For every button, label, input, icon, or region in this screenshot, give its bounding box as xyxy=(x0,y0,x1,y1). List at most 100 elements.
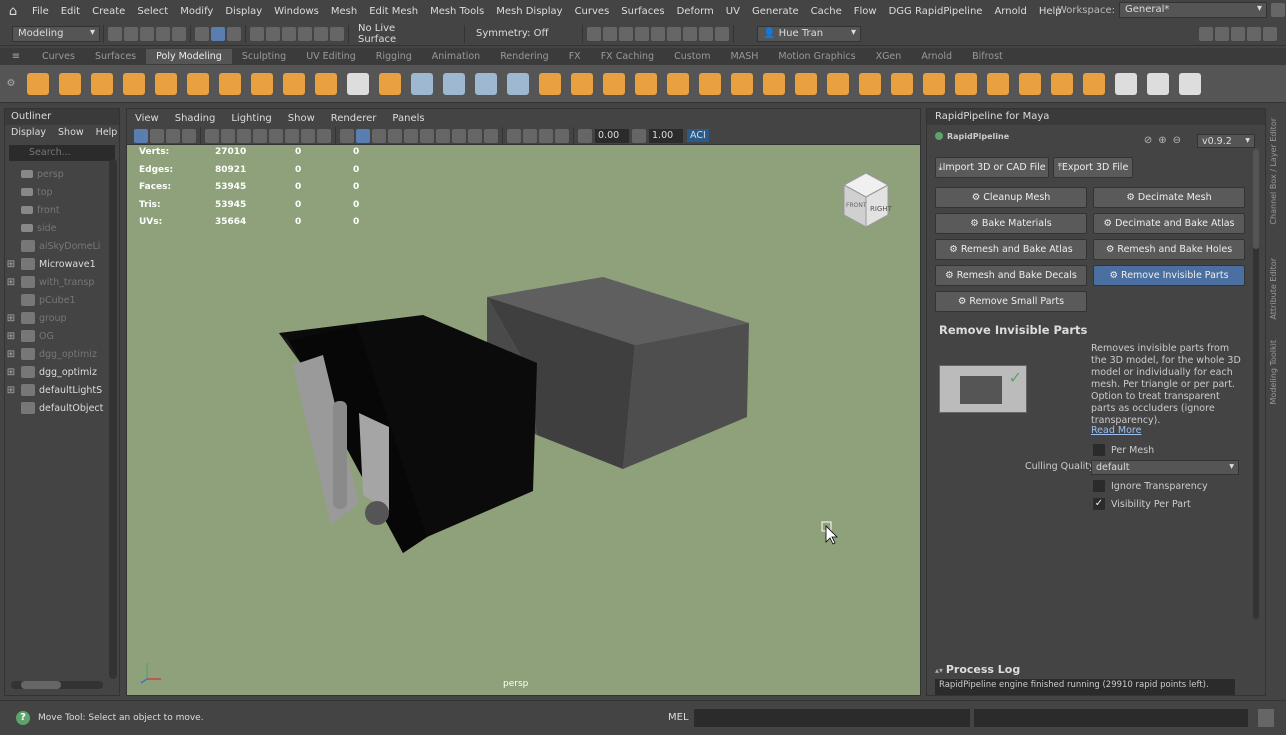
append-polygon-icon[interactable] xyxy=(891,72,913,95)
modeling-toolkit-icon[interactable] xyxy=(1199,26,1213,41)
snap-view-icon[interactable] xyxy=(298,26,312,41)
exposure-field[interactable]: 0.00 xyxy=(595,128,629,143)
sweep-mesh-icon[interactable] xyxy=(315,72,337,95)
smooth-icon[interactable] xyxy=(603,72,625,95)
outliner-item[interactable]: top xyxy=(5,183,119,201)
shelf-tab-rigging[interactable]: Rigging xyxy=(366,51,422,62)
expand-icon[interactable]: ⊞ xyxy=(5,313,17,324)
outliner-item[interactable]: defaultObject xyxy=(5,399,119,417)
ignore-transparency-box[interactable] xyxy=(1093,480,1105,492)
outliner-item[interactable]: side xyxy=(5,219,119,237)
poly-sphere-icon[interactable] xyxy=(27,72,49,95)
shelf-tab-surfaces[interactable]: Surfaces xyxy=(85,51,146,62)
expand-icon[interactable]: ⊞ xyxy=(5,331,17,342)
gamma-icon[interactable] xyxy=(632,128,646,143)
outliner-horizontal-scrollbar[interactable] xyxy=(11,681,103,689)
poly-cylinder-icon[interactable] xyxy=(91,72,113,95)
shelf-tab-bifrost[interactable]: Bifrost xyxy=(962,51,1013,62)
render-frame-icon[interactable] xyxy=(603,26,617,41)
undo-icon[interactable] xyxy=(156,26,170,41)
extrude-icon[interactable] xyxy=(795,72,817,95)
bake-materials-button[interactable]: ⚙ Bake Materials xyxy=(935,213,1087,234)
separate-icon[interactable] xyxy=(571,72,593,95)
shelf-tab-arnold[interactable]: Arnold xyxy=(911,51,962,62)
expand-icon[interactable]: ⊞ xyxy=(5,277,17,288)
panel-scrollbar[interactable] xyxy=(1253,149,1259,619)
outliner-item[interactable]: persp xyxy=(5,165,119,183)
wedge-icon[interactable] xyxy=(1083,72,1105,95)
viewport-panel[interactable]: View Shading Lighting Show Renderer Pane… xyxy=(126,108,921,696)
color-management-toggle[interactable]: ACI xyxy=(687,129,709,142)
redo-icon[interactable] xyxy=(172,26,186,41)
outliner-menu-display[interactable]: Display xyxy=(11,127,46,139)
menu-file[interactable]: File xyxy=(26,6,55,17)
shelf-tab-uv-editing[interactable]: UV Editing xyxy=(296,51,366,62)
gate-mask-icon[interactable] xyxy=(285,128,299,143)
expand-icon[interactable]: ⊞ xyxy=(5,259,17,270)
expand-icon[interactable]: ⊞ xyxy=(5,349,17,360)
collapse-icon[interactable]: ▴▾ xyxy=(935,666,946,675)
booleans-icon[interactable] xyxy=(635,72,657,95)
type-text-icon[interactable] xyxy=(347,72,369,95)
menu-deform[interactable]: Deform xyxy=(671,6,720,17)
anti-aliasing-icon[interactable] xyxy=(484,128,498,143)
outliner-item[interactable]: aiSkyDomeLi xyxy=(5,237,119,255)
outliner-item[interactable]: pCube1 xyxy=(5,291,119,309)
menu-flow[interactable]: Flow xyxy=(848,6,883,17)
shelf-tab-fx[interactable]: FX xyxy=(559,51,591,62)
insert-edge-loop-icon[interactable] xyxy=(955,72,977,95)
xray-joints-icon[interactable] xyxy=(539,128,553,143)
shelf-tab-fx-caching[interactable]: FX Caching xyxy=(591,51,664,62)
save-scene-icon[interactable] xyxy=(140,26,154,41)
scrollbar-thumb[interactable] xyxy=(1253,149,1259,249)
viewport-menu-panels[interactable]: Panels xyxy=(384,113,432,124)
export-3d-button[interactable]: ⤒Export 3D File xyxy=(1053,157,1133,178)
motion-blur-icon[interactable] xyxy=(468,128,482,143)
read-more-link[interactable]: Read More xyxy=(1091,425,1141,436)
menu-display[interactable]: Display xyxy=(219,6,268,17)
snap-surface-icon[interactable] xyxy=(314,26,328,41)
ipr-render-icon[interactable] xyxy=(619,26,633,41)
shelf-tab-poly-modeling[interactable]: Poly Modeling xyxy=(146,49,232,64)
remesh-and-bake-holes-button[interactable]: ⚙ Remesh and Bake Holes xyxy=(1093,239,1245,260)
outliner-menu-help[interactable]: Help xyxy=(96,127,118,139)
viewport-menu-lighting[interactable]: Lighting xyxy=(223,113,279,124)
wireframe-icon[interactable] xyxy=(340,128,354,143)
poly-torus-icon[interactable] xyxy=(155,72,177,95)
visibility-per-part-box[interactable]: ✓ xyxy=(1093,498,1105,510)
poke-icon[interactable] xyxy=(1051,72,1073,95)
snap-grid-icon[interactable] xyxy=(250,26,264,41)
live-surface-field[interactable]: No Live Surface xyxy=(358,23,430,45)
shadows-icon[interactable] xyxy=(436,128,450,143)
attribute-editor-tab[interactable]: Attribute Editor xyxy=(1269,258,1278,320)
extract-icon[interactable] xyxy=(699,72,721,95)
import-3d-button[interactable]: ⤓Import 3D or CAD File xyxy=(935,157,1049,178)
film-gate-icon[interactable] xyxy=(253,128,267,143)
shelf-tab-mash[interactable]: MASH xyxy=(721,51,769,62)
menu-uv[interactable]: UV xyxy=(720,6,746,17)
gamma-field[interactable]: 1.00 xyxy=(649,128,683,143)
multi-cut-icon[interactable] xyxy=(475,72,497,95)
channel-box-icon[interactable] xyxy=(1247,26,1261,41)
use-all-lights-icon[interactable] xyxy=(420,128,434,143)
menu-dgg-rapidpipeline[interactable]: DGG RapidPipeline xyxy=(883,6,989,17)
snap-vertex-icon[interactable] xyxy=(330,26,344,41)
extract-faces-icon[interactable] xyxy=(1019,72,1041,95)
remove-small-parts-button[interactable]: ⚙ Remove Small Parts xyxy=(935,291,1087,312)
fill-hole-icon[interactable] xyxy=(731,72,753,95)
viewport-menu-view[interactable]: View xyxy=(127,113,167,124)
version-dropdown[interactable]: v0.9.2 xyxy=(1197,134,1255,148)
menu-curves[interactable]: Curves xyxy=(569,6,616,17)
menu-mesh-tools[interactable]: Mesh Tools xyxy=(424,6,490,17)
textured-icon[interactable] xyxy=(404,128,418,143)
pause-icon[interactable] xyxy=(715,26,729,41)
scrollbar-thumb[interactable] xyxy=(21,681,61,689)
viewport-menu-show[interactable]: Show xyxy=(280,113,323,124)
grease-pencil-icon[interactable] xyxy=(221,128,235,143)
user-account-dropdown[interactable]: 👤 Hue Tran xyxy=(757,25,861,42)
render-setup-icon[interactable] xyxy=(667,26,681,41)
menu-windows[interactable]: Windows xyxy=(268,6,325,17)
safe-action-icon[interactable] xyxy=(317,128,331,143)
shelf-tab-sculpting[interactable]: Sculpting xyxy=(232,51,296,62)
arnold-render-icon[interactable] xyxy=(699,26,713,41)
